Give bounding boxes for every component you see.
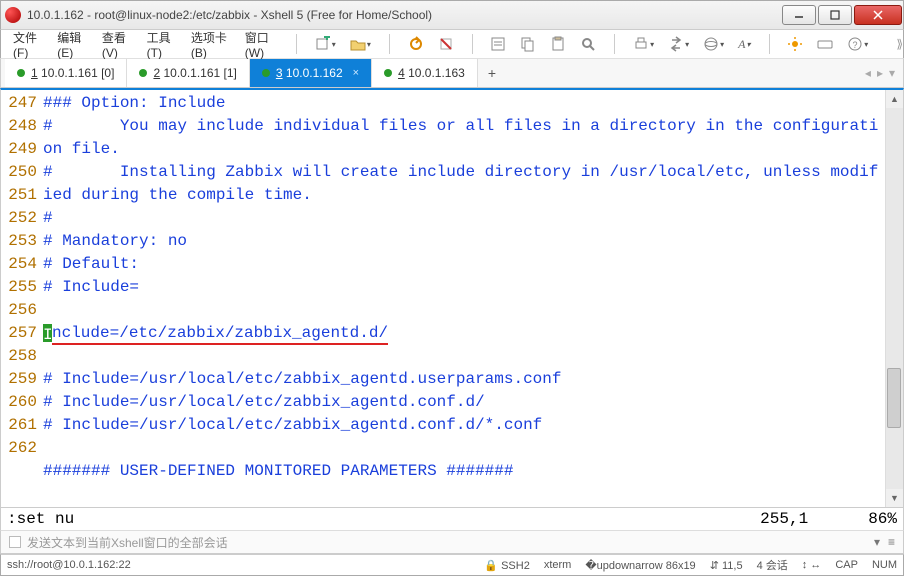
session-tab-2[interactable]: 2 10.0.1.161 [1] <box>127 59 249 87</box>
menu-tools[interactable]: 工具(T) <box>147 29 177 60</box>
status-dot-icon <box>17 69 25 77</box>
paste-icon[interactable] <box>550 36 566 52</box>
status-dot-icon <box>384 69 392 77</box>
session-tabstrip: 1 10.0.1.161 [0] 2 10.0.1.161 [1] 3 10.0… <box>0 58 904 88</box>
reconnect-icon[interactable] <box>408 36 424 52</box>
divider <box>472 34 473 54</box>
lock-icon: 🔒 <box>484 560 498 572</box>
tab-menu-icon[interactable]: ▾ <box>889 66 895 80</box>
find-icon[interactable] <box>580 36 596 52</box>
tab-scroll-right-icon[interactable]: ▸ <box>877 66 883 80</box>
status-caps: CAP <box>835 559 858 571</box>
maximize-button[interactable] <box>818 5 852 25</box>
properties-icon[interactable] <box>490 36 506 52</box>
broadcast-checkbox[interactable] <box>9 536 21 548</box>
transfer-icon[interactable]: ▾ <box>668 36 689 52</box>
session-tab-4[interactable]: 4 10.0.1.163 <box>372 59 478 87</box>
status-connection: ssh://root@10.0.1.162:22 <box>7 559 470 571</box>
open-icon[interactable]: ▾ <box>350 36 371 52</box>
menu-tabs[interactable]: 选项卡(B) <box>191 29 231 60</box>
divider <box>296 34 297 54</box>
divider <box>769 34 770 54</box>
print-icon[interactable]: ▾ <box>633 36 654 52</box>
session-tab-1[interactable]: 1 10.0.1.161 [0] <box>5 59 127 87</box>
menu-file[interactable]: 文件(F) <box>13 29 43 60</box>
scroll-up-icon[interactable]: ▲ <box>886 90 903 108</box>
toolbar-overflow-icon[interactable]: ⟫ <box>896 37 903 51</box>
statusbar: ssh://root@10.0.1.162:22 🔒 SSH2 xterm �u… <box>0 554 904 576</box>
status-protocol: SSH2 <box>501 560 530 572</box>
status-fontpt: 11,5 <box>722 560 743 572</box>
broadcast-more-icon[interactable]: ≡ <box>888 535 895 549</box>
help-icon[interactable]: ?▾ <box>847 36 868 52</box>
keyboard-icon[interactable] <box>817 36 833 52</box>
sun-icon[interactable] <box>787 36 803 52</box>
status-num: NUM <box>872 559 897 571</box>
menubar: 文件(F) 编辑(E) 查看(V) 工具(T) 选项卡(B) 窗口(W) ▾ ▾… <box>0 30 904 58</box>
vim-command-line: :set nu 255,1 86% <box>0 508 904 530</box>
app-icon <box>5 7 21 23</box>
new-tab-icon[interactable]: ▾ <box>315 36 336 52</box>
divider <box>614 34 615 54</box>
window-title: 10.0.1.162 - root@linux-node2:/etc/zabbi… <box>27 8 782 22</box>
scroll-percent: 86% <box>868 510 897 528</box>
close-tab-icon[interactable]: × <box>353 67 359 79</box>
terminal-pane[interactable]: 2472482492502512522532542552562572582592… <box>0 88 904 508</box>
menu-view[interactable]: 查看(V) <box>102 29 133 60</box>
vertical-scrollbar[interactable]: ▲ ▼ <box>885 90 903 507</box>
tab-scroll-left-icon[interactable]: ◂ <box>865 66 871 80</box>
close-button[interactable] <box>854 5 902 25</box>
status-dot-icon <box>139 69 147 77</box>
status-termsize: 86x19 <box>666 560 696 572</box>
cursor-position: 255,1 <box>760 510 808 528</box>
window-titlebar: 10.0.1.162 - root@linux-node2:/etc/zabbi… <box>0 0 904 30</box>
svg-text:?: ? <box>853 40 858 50</box>
session-tab-3[interactable]: 3 10.0.1.162 × <box>250 59 372 87</box>
globe-icon[interactable]: ▾ <box>703 36 724 52</box>
add-tab-button[interactable]: + <box>478 59 506 87</box>
broadcast-menu-icon[interactable]: ▾ <box>874 535 880 549</box>
menu-window[interactable]: 窗口(W) <box>245 29 278 60</box>
status-dot-icon <box>262 69 270 77</box>
minimize-button[interactable] <box>782 5 816 25</box>
status-sessions: 4 会话 <box>757 557 788 573</box>
divider <box>389 34 390 54</box>
broadcast-bar: 发送文本到当前Xshell窗口的全部会话 ▾ ≡ <box>0 530 904 554</box>
scrollbar-thumb[interactable] <box>887 368 901 428</box>
status-term: xterm <box>544 559 572 571</box>
menu-edit[interactable]: 编辑(E) <box>57 29 88 60</box>
broadcast-label: 发送文本到当前Xshell窗口的全部会话 <box>27 534 228 551</box>
scroll-down-icon[interactable]: ▼ <box>886 489 903 507</box>
disconnect-icon[interactable] <box>438 36 454 52</box>
line-number-gutter: 2472482492502512522532542552562572582592… <box>1 90 43 507</box>
vim-command: :set nu <box>7 510 74 528</box>
font-icon[interactable]: A▾ <box>738 37 750 52</box>
window-controls <box>782 5 902 25</box>
copy-icon[interactable] <box>520 36 536 52</box>
terminal-text[interactable]: ### Option: Include# You may include ind… <box>43 90 885 507</box>
